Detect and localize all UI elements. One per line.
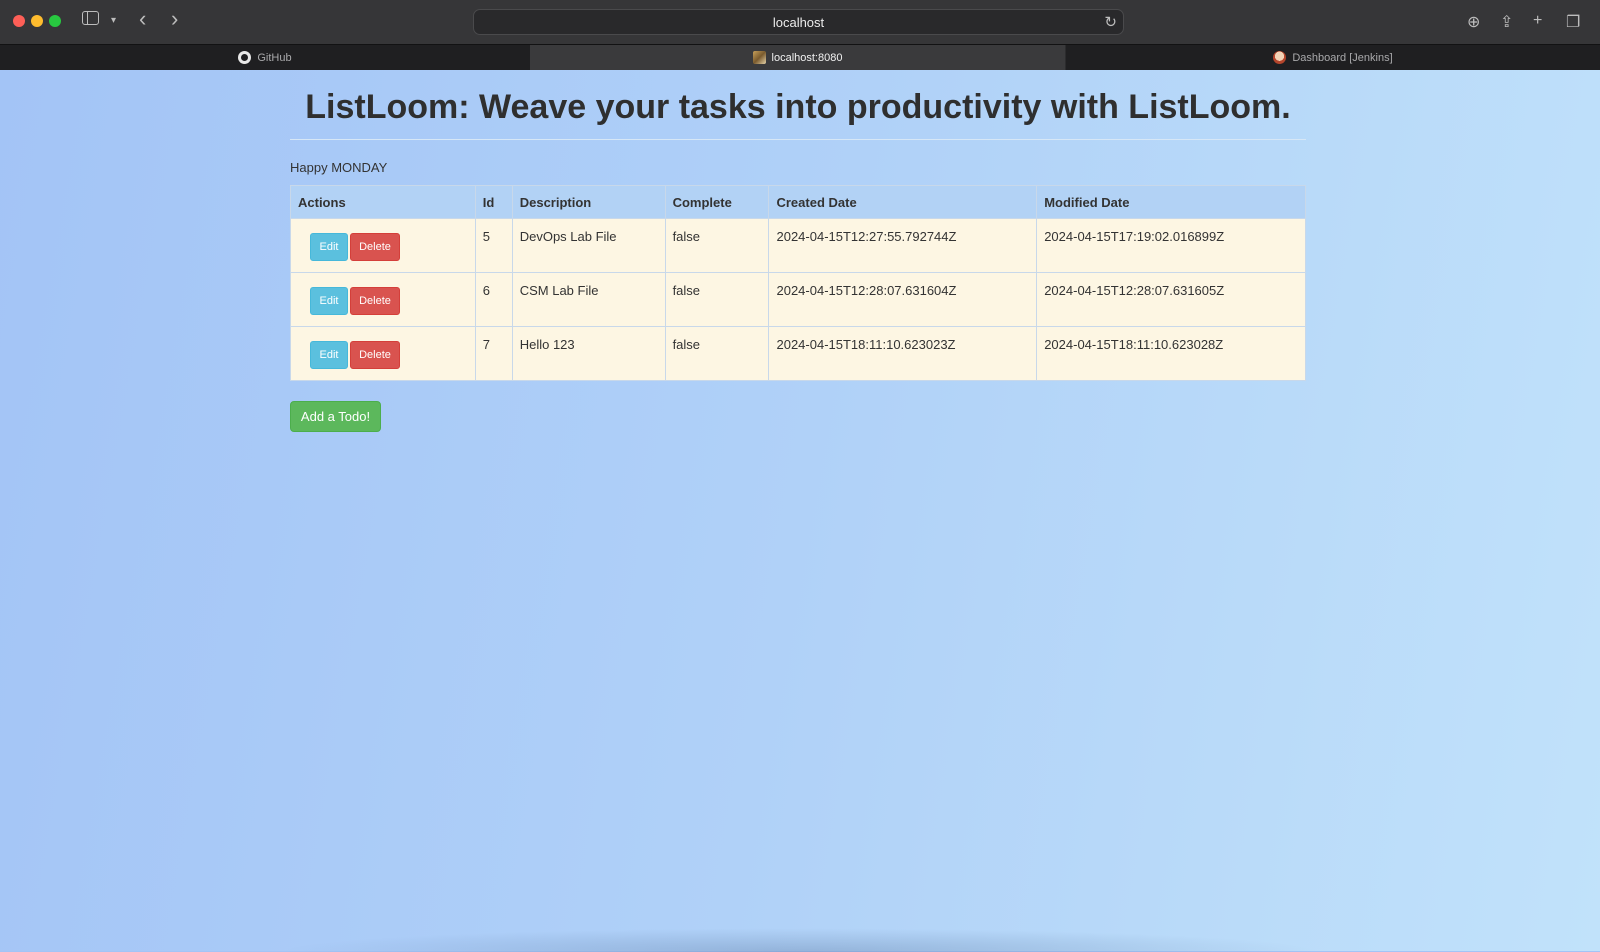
page-title: ListLoom: Weave your tasks into producti… <box>305 88 1291 126</box>
jenkins-icon <box>1273 51 1287 64</box>
table-header-row: Actions Id Description Complete Created … <box>290 185 1306 219</box>
table-row: Edit Delete 6 CSM Lab File false 2024-04-… <box>290 272 1306 327</box>
header-complete: Complete <box>664 185 770 219</box>
browser-toolbar: ▾ ‹ › localhost ↻ ⊕ ⇪ + ❐ <box>0 0 1600 44</box>
cell-modified-date: 2024-04-15T12:28:07.631605Z <box>1036 272 1306 327</box>
header-created-date: Created Date <box>768 185 1038 219</box>
edit-button[interactable]: Edit <box>310 341 348 369</box>
add-todo-button[interactable]: Add a Todo! <box>290 401 381 432</box>
table-row: Edit Delete 5 DevOps Lab File false 2024-… <box>290 218 1306 273</box>
page-viewport: ListLoom: Weave your tasks into producti… <box>0 70 1600 952</box>
row-actions: Edit Delete <box>290 326 476 381</box>
header-description: Description <box>511 185 666 219</box>
site-favicon-icon <box>752 51 766 64</box>
tab-jenkins[interactable]: Dashboard [Jenkins] <box>1065 45 1600 70</box>
delete-button[interactable]: Delete <box>350 233 400 261</box>
cell-description: DevOps Lab File <box>511 218 666 273</box>
cell-created-date: 2024-04-15T12:27:55.792744Z <box>768 218 1038 273</box>
address-bar[interactable]: localhost ↻ <box>473 9 1124 35</box>
bottom-shadow <box>275 928 1325 952</box>
new-tab-icon[interactable]: + <box>1533 12 1542 30</box>
delete-button[interactable]: Delete <box>350 341 400 369</box>
cell-created-date: 2024-04-15T12:28:07.631604Z <box>768 272 1038 327</box>
reload-icon[interactable]: ↻ <box>1104 13 1117 31</box>
download-icon[interactable]: ⊕ <box>1467 12 1480 32</box>
divider <box>290 139 1306 140</box>
address-text: localhost <box>772 15 825 30</box>
edit-button[interactable]: Edit <box>310 287 348 315</box>
tab-github[interactable]: GitHub <box>0 45 530 70</box>
cell-complete: false <box>664 326 770 381</box>
close-window-button[interactable] <box>13 15 25 27</box>
table-row: Edit Delete 7 Hello 123 false 2024-04-15T… <box>290 326 1306 381</box>
header-modified-date: Modified Date <box>1036 185 1306 219</box>
todo-table: Actions Id Description Complete Created … <box>290 185 1306 381</box>
cell-id: 7 <box>474 326 513 381</box>
cell-created-date: 2024-04-15T18:11:10.623023Z <box>768 326 1038 381</box>
greeting-text: Happy MONDAY <box>290 160 388 175</box>
tab-label: Dashboard [Jenkins] <box>1292 51 1393 64</box>
cell-complete: false <box>664 272 770 327</box>
forward-icon[interactable]: › <box>171 8 178 30</box>
cell-description: CSM Lab File <box>511 272 666 327</box>
row-actions: Edit Delete <box>290 218 476 273</box>
header-actions: Actions <box>290 185 476 219</box>
tab-label: GitHub <box>257 51 292 64</box>
tab-bar: GitHub localhost:8080 Dashboard [Jenkins… <box>0 44 1600 70</box>
cell-id: 5 <box>474 218 513 273</box>
minimize-window-button[interactable] <box>31 15 43 27</box>
delete-button[interactable]: Delete <box>350 287 400 315</box>
back-icon[interactable]: ‹ <box>139 8 146 30</box>
cell-id: 6 <box>474 272 513 327</box>
zoom-window-button[interactable] <box>49 15 61 27</box>
sidebar-toggle-icon[interactable] <box>82 11 99 25</box>
share-icon[interactable]: ⇪ <box>1500 12 1513 32</box>
chevron-down-icon[interactable]: ▾ <box>111 11 116 31</box>
tab-label: localhost:8080 <box>771 51 843 64</box>
cell-description: Hello 123 <box>511 326 666 381</box>
cell-modified-date: 2024-04-15T17:19:02.016899Z <box>1036 218 1306 273</box>
cell-modified-date: 2024-04-15T18:11:10.623028Z <box>1036 326 1306 381</box>
github-icon <box>238 51 252 64</box>
edit-button[interactable]: Edit <box>310 233 348 261</box>
cell-complete: false <box>664 218 770 273</box>
row-actions: Edit Delete <box>290 272 476 327</box>
header-id: Id <box>474 185 513 219</box>
tab-overview-icon[interactable]: ❐ <box>1566 12 1580 32</box>
tab-localhost[interactable]: localhost:8080 <box>530 45 1065 70</box>
